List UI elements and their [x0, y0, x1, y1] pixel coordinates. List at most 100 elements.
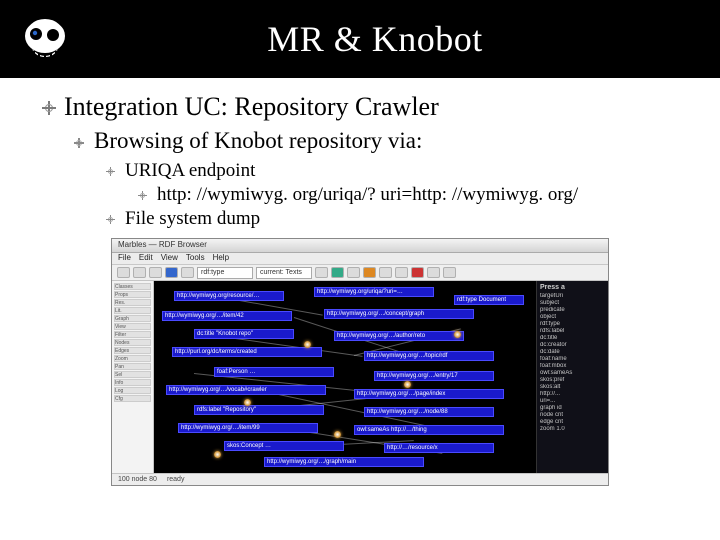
sidebar-item[interactable]: View: [114, 323, 151, 330]
menu-item[interactable]: File: [118, 253, 131, 264]
graph-node[interactable]: owl:sameAs http://…/thing: [354, 425, 504, 435]
panel-row: subject: [540, 300, 605, 307]
bullet-text: http: //wymiwyg. org/uriqa/? uri=http: /…: [157, 184, 578, 206]
window-content: ClassesPropsRes.Lit.GraphViewFilterNodes…: [112, 281, 608, 473]
slide-body: Integration UC: Repository Crawler Brows…: [0, 78, 720, 486]
toolbar-button[interactable]: [117, 267, 130, 278]
toolbar-button[interactable]: [347, 267, 360, 278]
menu-item[interactable]: Edit: [139, 253, 153, 264]
status-text: 100 node 80: [118, 476, 157, 483]
graph-canvas[interactable]: http://wymiwyg.org/resource/… http://wymi…: [154, 281, 536, 473]
graph-node[interactable]: skos:Concept …: [224, 441, 344, 451]
toolbar-button[interactable]: [379, 267, 392, 278]
toolbar-button[interactable]: [331, 267, 344, 278]
sidebar-item[interactable]: Res.: [114, 299, 151, 306]
sidebar-item[interactable]: Log: [114, 387, 151, 394]
graph-orb-icon: [404, 381, 411, 388]
panel-row: foaf:name: [540, 356, 605, 363]
sidebar-item[interactable]: Info: [114, 379, 151, 386]
toolbar-button[interactable]: [149, 267, 162, 278]
graph-node[interactable]: http://wymiwyg.org/…/concept/graph: [324, 309, 474, 319]
window-menubar: File Edit View Tools Help: [112, 253, 608, 265]
bullet-text: Integration UC: Repository Crawler: [64, 92, 439, 122]
panel-row: zoom 1.0: [540, 426, 605, 433]
graph-node[interactable]: http://…/resource/x: [384, 443, 494, 453]
bullet-text: File system dump: [125, 208, 260, 230]
sidebar-item[interactable]: Lit.: [114, 307, 151, 314]
graph-node[interactable]: http://wymiwyg.org/…/graph/main: [264, 457, 424, 467]
graph-node[interactable]: http://wymiwyg.org/…/page/index: [354, 389, 504, 399]
sidebar-item[interactable]: Classes: [114, 283, 151, 290]
embedded-screenshot: Marbles — RDF Browser File Edit View Too…: [111, 238, 609, 486]
panel-row: edge cnt: [540, 419, 605, 426]
graph-node[interactable]: dc:title "Knobot repo": [194, 329, 294, 339]
bullet-level1: Integration UC: Repository Crawler: [42, 92, 678, 122]
panel-row: object: [540, 314, 605, 321]
sidebar-item[interactable]: Graph: [114, 315, 151, 322]
graph-node[interactable]: http://wymiwyg.org/…/topic/rdf: [364, 351, 494, 361]
sidebar-item[interactable]: Filter: [114, 331, 151, 338]
panel-row: targetUri: [540, 293, 605, 300]
menu-item[interactable]: Help: [213, 253, 229, 264]
toolbar-button[interactable]: [443, 267, 456, 278]
panel-row: rdfs:label: [540, 328, 605, 335]
logo-wrap: [0, 16, 90, 62]
graph-node[interactable]: http://wymiwyg.org/…/node/88: [364, 407, 494, 417]
bullet-level3: File system dump: [106, 208, 678, 230]
status-bar: 100 node 80 ready: [112, 473, 608, 485]
toolbar-button[interactable]: [315, 267, 328, 278]
panel-row: node cnt: [540, 412, 605, 419]
right-panel-header: Press a: [540, 284, 605, 291]
sidebar-item[interactable]: Edges: [114, 347, 151, 354]
graph-node[interactable]: http://wymiwyg.org/…/item/42: [162, 311, 292, 321]
toolbar-button[interactable]: [411, 267, 424, 278]
sidebar-item[interactable]: Nodes: [114, 339, 151, 346]
toolbar-button[interactable]: [133, 267, 146, 278]
bullet-level2: Browsing of Knobot repository via:: [74, 128, 678, 154]
graph-node[interactable]: foaf:Person …: [214, 367, 334, 377]
sidebar-item[interactable]: Cfg: [114, 395, 151, 402]
sidebar-item[interactable]: Zoom: [114, 355, 151, 362]
graph-orb-icon: [304, 341, 311, 348]
graph-orb-icon: [334, 431, 341, 438]
bullet-level4: http: //wymiwyg. org/uriqa/? uri=http: /…: [138, 184, 678, 206]
sidebar-item[interactable]: Pan: [114, 363, 151, 370]
bullet-text: Browsing of Knobot repository via:: [94, 128, 422, 154]
graph-node[interactable]: http://wymiwyg.org/…/entry/17: [374, 371, 494, 381]
bullet-icon: [106, 215, 115, 224]
graph-node[interactable]: http://wymiwyg.org/…/vocab#crawler: [166, 385, 326, 395]
graph-orb-icon: [244, 399, 251, 406]
menu-item[interactable]: View: [161, 253, 178, 264]
sidebar-item[interactable]: Sel: [114, 371, 151, 378]
slide-title: MR & Knobot: [90, 18, 720, 60]
menu-item[interactable]: Tools: [186, 253, 205, 264]
panel-row: owl:sameAs: [540, 370, 605, 377]
graph-node[interactable]: http://wymiwyg.org/…/item/99: [178, 423, 318, 433]
graph-orb-icon: [214, 451, 221, 458]
graph-orb-icon: [454, 331, 461, 338]
graph-node[interactable]: http://purl.org/dc/terms/created: [172, 347, 322, 357]
toolbar-button[interactable]: [363, 267, 376, 278]
graph-node[interactable]: http://wymiwyg.org/…/author/reto: [334, 331, 464, 341]
toolbar-select[interactable]: rdf:type: [197, 267, 253, 279]
toolbar-button[interactable]: [427, 267, 440, 278]
graph-node[interactable]: http://wymiwyg.org/resource/…: [174, 291, 284, 301]
toolbar-button[interactable]: [181, 267, 194, 278]
bullet-level3: URIQA endpoint: [106, 160, 678, 182]
slide-header: MR & Knobot: [0, 0, 720, 78]
window-titlebar: Marbles — RDF Browser: [112, 239, 608, 253]
bullet-text: URIQA endpoint: [125, 160, 255, 182]
graph-node[interactable]: rdfs:label "Repository": [194, 405, 324, 415]
bullet-icon: [138, 191, 147, 200]
panel-row: dc:date: [540, 349, 605, 356]
bullet-icon: [42, 101, 56, 115]
graph-node[interactable]: rdf:type Document: [454, 295, 524, 305]
toolbar-button[interactable]: [165, 267, 178, 278]
status-text: ready: [167, 476, 185, 483]
toolbar-select[interactable]: current: Texts: [256, 267, 312, 279]
toolbar-button[interactable]: [395, 267, 408, 278]
right-panel: Press a targetUrisubjectpredicateobjectr…: [536, 281, 608, 473]
sidebar-item[interactable]: Props: [114, 291, 151, 298]
graph-node[interactable]: http://wymiwyg.org/uriqa/?uri=…: [314, 287, 434, 297]
skull-logo-icon: [18, 16, 72, 62]
